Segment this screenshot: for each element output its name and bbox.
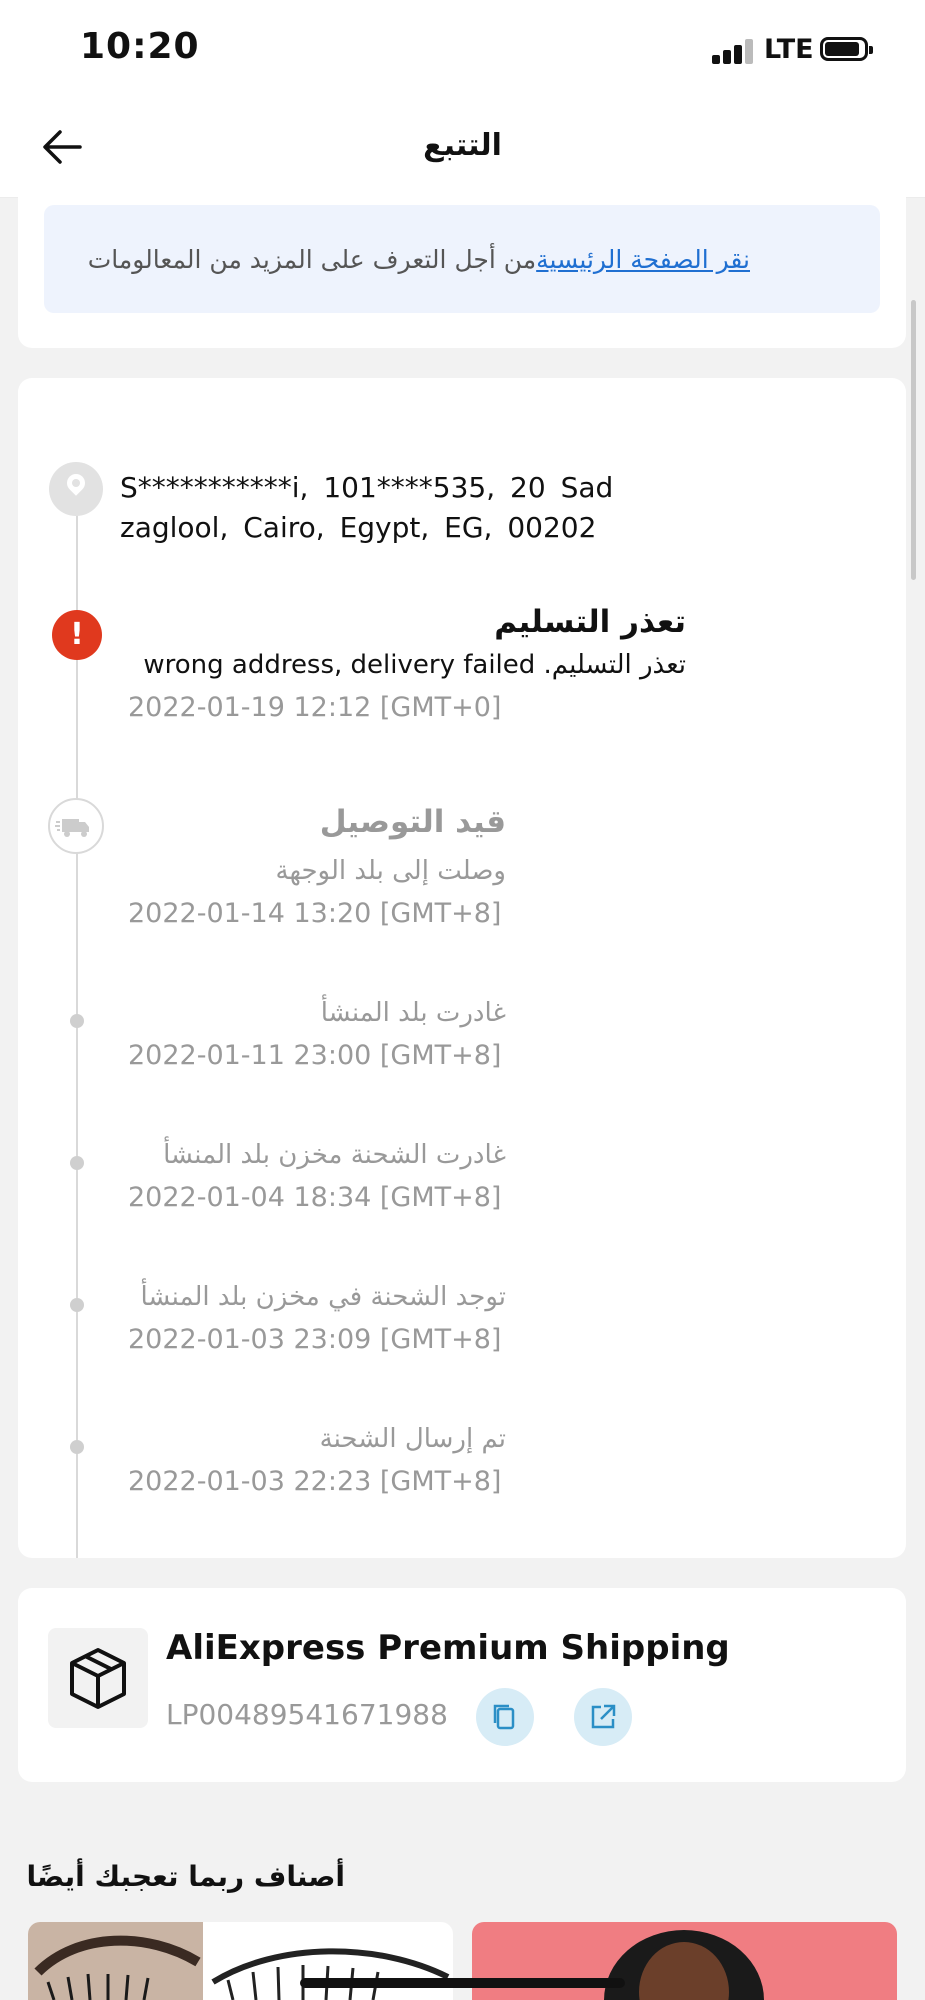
copy-button[interactable] [476,1688,534,1746]
event-time: 2022-01-03 22:23 [GMT+8] [128,1466,502,1497]
event-time: 2022-01-19 12:12 [GMT+0] [128,692,502,723]
timeline-dot [70,1014,84,1028]
shipping-card: AliExpress Premium Shipping LP0048954167… [18,1588,906,1782]
event-description: wrong address, delivery failed .تعذر الت… [143,650,686,680]
event-time: 2022-01-11 23:00 [GMT+8] [128,1040,502,1071]
event-description: غادرت بلد المنشأ [320,998,506,1028]
tracking-timeline-card: S***********i, 101****535, 20 Sad zagloo… [18,378,906,1558]
event-time: 2022-01-03 23:09 [GMT+8] [128,1324,502,1355]
external-link-icon [591,1704,616,1729]
network-type: LTE [764,34,814,65]
product-image[interactable] [472,1922,897,2000]
page-title: التتبع [423,128,502,163]
carrier-name: AliExpress Premium Shipping [166,1628,730,1668]
location-pin-icon [49,462,103,516]
package-icon [48,1628,148,1728]
home-indicator [300,1978,625,1988]
event-description: غادرت الشحنة مخزن بلد المنشأ [163,1140,506,1170]
alert-icon: ! [52,610,102,660]
notice-card: نقر الصفحة الرئيسيةمن أجل التعرف على الم… [18,170,906,348]
scrollbar[interactable] [911,300,916,580]
product-image[interactable] [28,1922,453,2000]
notice-text: من أجل التعرف على المزيد من المعالومات [87,245,537,274]
event-time: 2022-01-14 13:20 [GMT+8] [128,898,502,929]
event-description: وصلت إلى بلد الوجهة [275,856,506,886]
timeline-dot [70,1298,84,1312]
open-tracking-button[interactable] [574,1688,632,1746]
notice-text-wrap: نقر الصفحة الرئيسيةمن أجل التعرف على الم… [88,245,750,274]
recommendations-title: أصناف ربما تعجبك أيضًا [26,1860,346,1893]
event-description: توجد الشحنة في مخزن بلد المنشأ [140,1282,507,1312]
event-title: قيد التوصيل [319,804,506,840]
event-time: 2022-01-04 18:34 [GMT+8] [128,1182,502,1213]
delivery-address: S***********i, 101****535, 20 Sad zagloo… [120,471,614,544]
timeline-dot [70,1440,84,1454]
tracking-number: LP00489541671988 [166,1698,448,1731]
signal-icon [712,38,754,64]
event-title: تعذر التسليم [494,604,686,640]
status-time: 10:20 [80,26,200,67]
notice-banner: نقر الصفحة الرئيسيةمن أجل التعرف على الم… [44,205,880,313]
event-description: تم إرسال الشحنة [319,1424,506,1454]
truck-icon [48,798,104,854]
timeline-dot [70,1156,84,1170]
battery-icon [820,37,873,61]
homepage-link[interactable]: نقر الصفحة الرئيسية [536,245,750,274]
copy-icon [493,1704,515,1730]
status-bar: 10:20 LTE [0,0,925,100]
